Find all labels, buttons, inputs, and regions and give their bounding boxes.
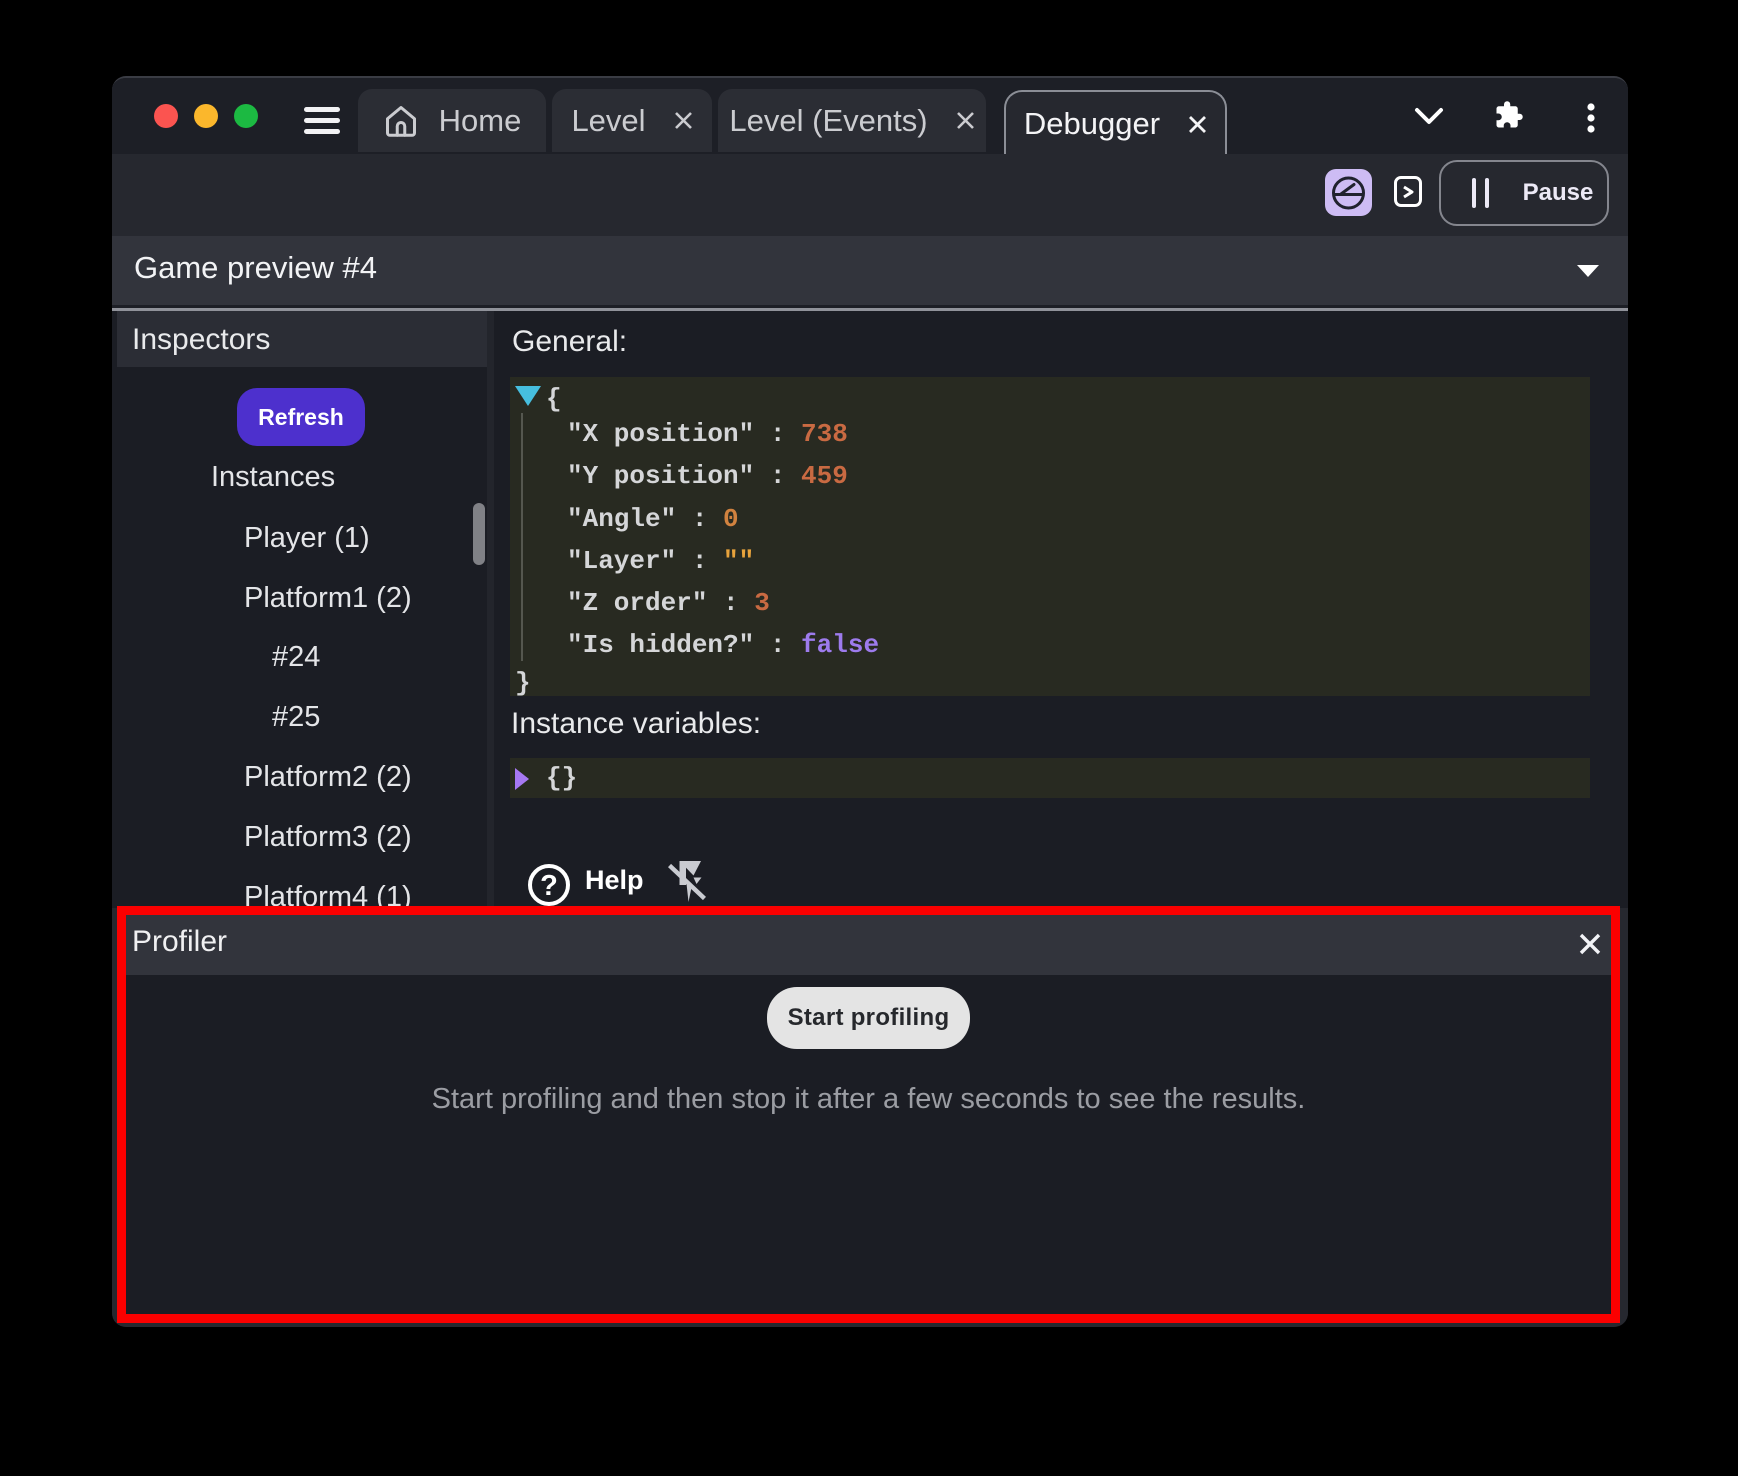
svg-text:?: ?	[540, 870, 558, 902]
